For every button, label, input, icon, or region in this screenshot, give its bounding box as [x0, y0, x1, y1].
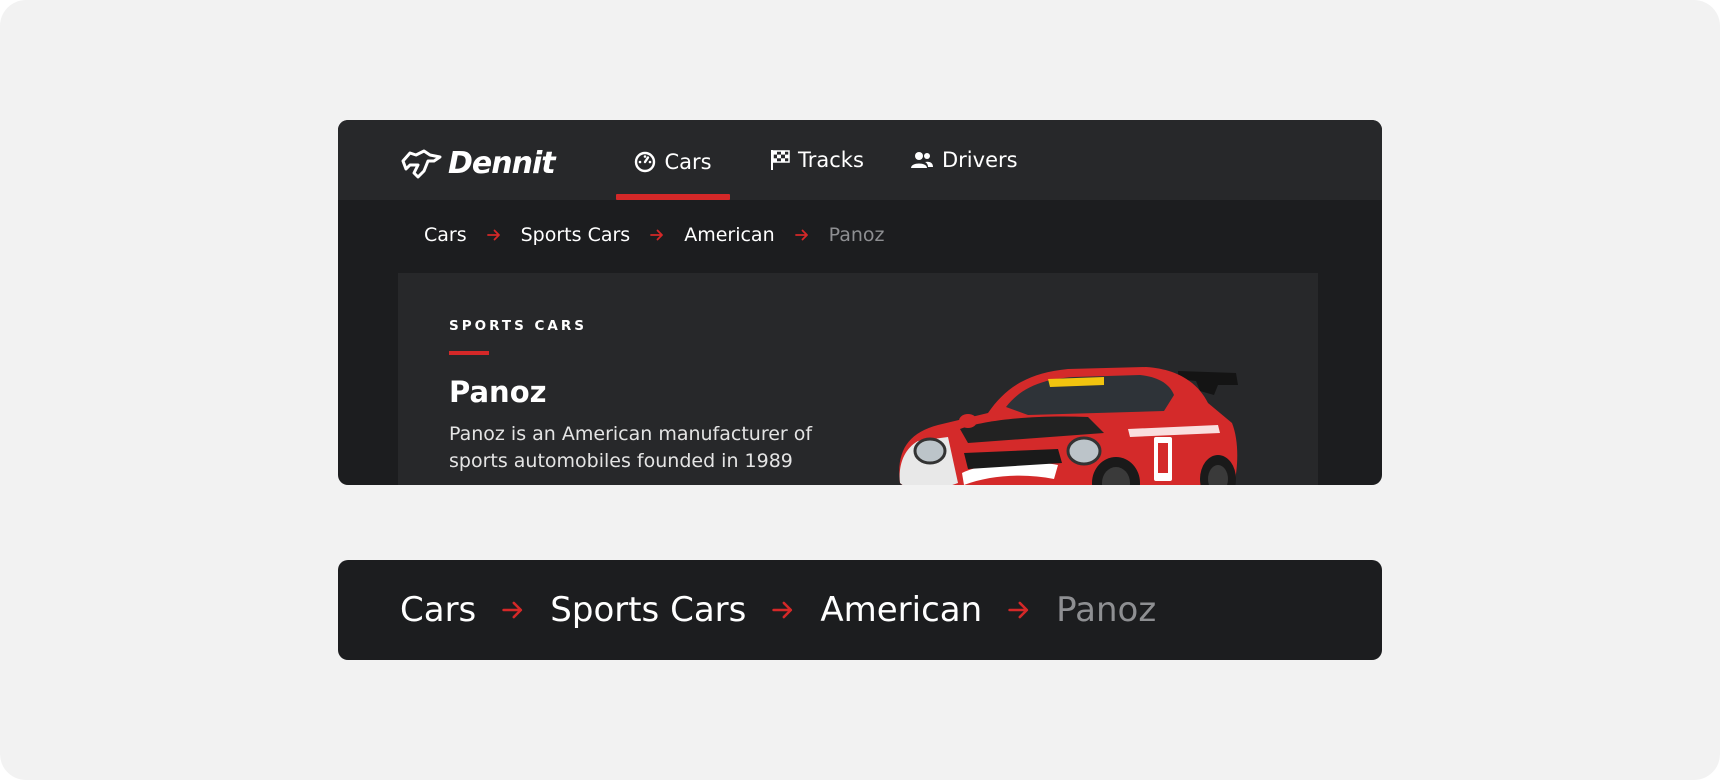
- breadcrumb: Cars Sports Cars American Panoz: [424, 224, 885, 246]
- feature-card: SPORTS CARS Panoz Panoz is an American m…: [398, 273, 1318, 485]
- arrow-right-icon: [1008, 599, 1030, 621]
- brand-logo[interactable]: Dennit: [400, 146, 556, 181]
- breadcrumb-current: Panoz: [828, 224, 885, 246]
- arrow-right-icon: [794, 228, 809, 242]
- page-background: Dennit Cars Tracks Drivers Cars Sports C…: [0, 0, 1720, 780]
- nav-item-tracks[interactable]: Tracks: [770, 120, 864, 200]
- card-description: Panoz is an American manufacturer of spo…: [449, 423, 813, 472]
- eyebrow-accent-bar: [449, 351, 489, 355]
- checkered-flag-icon: [770, 149, 790, 171]
- nav-item-cars[interactable]: Cars: [616, 120, 730, 200]
- breadcrumb-link-american[interactable]: American: [684, 224, 774, 246]
- arrow-right-icon: [650, 228, 664, 242]
- race-car-image: [878, 333, 1278, 485]
- arrow-right-icon: [772, 599, 794, 621]
- card-eyebrow: SPORTS CARS: [449, 318, 587, 334]
- users-icon: [910, 150, 934, 170]
- breadcrumb-link-sports-cars[interactable]: Sports Cars: [550, 590, 746, 630]
- breadcrumb-current: Panoz: [1056, 590, 1157, 630]
- arrow-right-icon: [486, 228, 501, 242]
- arrow-right-icon: [502, 599, 524, 621]
- active-tab-indicator: [616, 194, 730, 200]
- breadcrumb-link-cars[interactable]: Cars: [400, 590, 476, 630]
- breadcrumb-link-cars[interactable]: Cars: [424, 224, 467, 246]
- nav-item-drivers[interactable]: Drivers: [910, 120, 1018, 200]
- breadcrumb-panel: Cars Sports Cars American Panoz: [338, 560, 1382, 660]
- speedometer-icon: [634, 151, 656, 173]
- breadcrumb-large: Cars Sports Cars American Panoz: [400, 560, 1156, 660]
- nav-item-label: Cars: [664, 150, 712, 174]
- app-window: Dennit Cars Tracks Drivers Cars Sports C…: [338, 120, 1382, 485]
- horse-head-icon: [400, 149, 442, 179]
- brand-name: Dennit: [448, 146, 556, 181]
- breadcrumb-link-american[interactable]: American: [820, 590, 982, 630]
- nav-item-label: Drivers: [942, 148, 1018, 172]
- top-navbar: Dennit Cars Tracks Drivers: [338, 120, 1382, 200]
- nav-item-label: Tracks: [798, 148, 864, 172]
- breadcrumb-link-sports-cars[interactable]: Sports Cars: [521, 224, 631, 246]
- card-title: Panoz: [449, 375, 547, 409]
